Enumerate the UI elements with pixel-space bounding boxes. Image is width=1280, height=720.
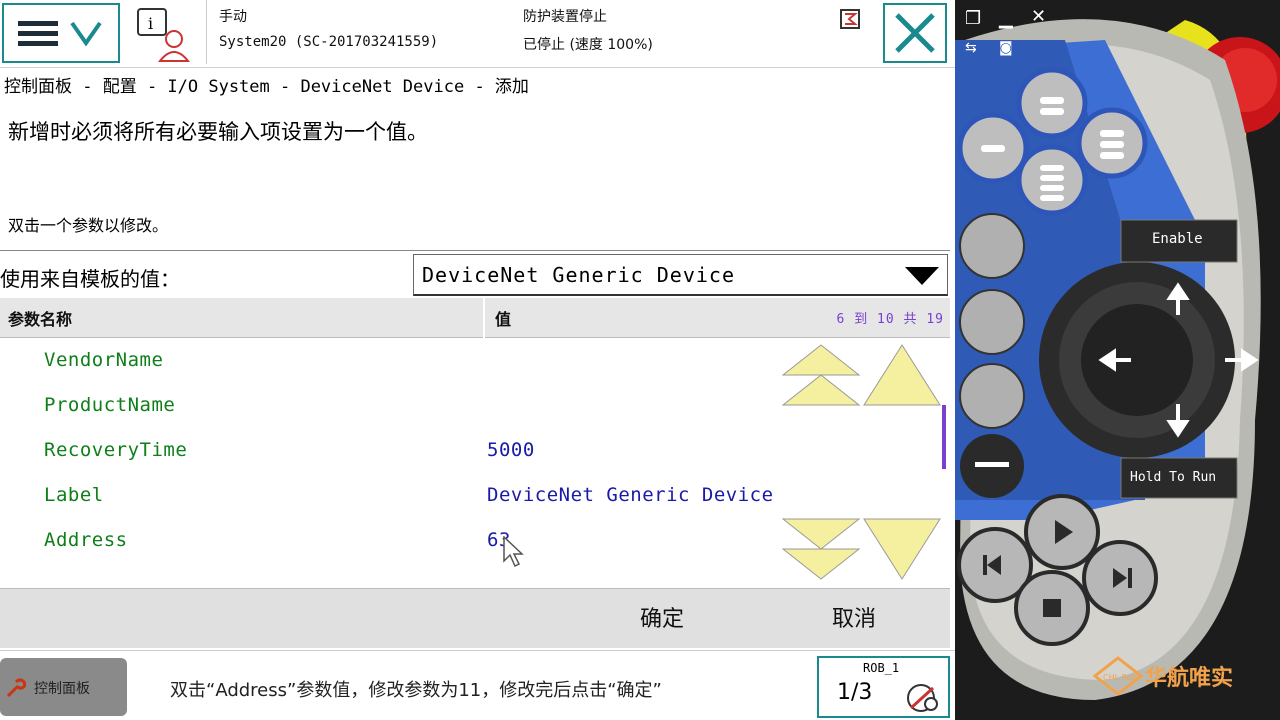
scroll-up-button[interactable] (862, 343, 942, 409)
pendant-body (955, 19, 1280, 700)
page-up-button[interactable] (781, 343, 861, 409)
param-name: Label (44, 484, 104, 506)
enable-label: Enable (1152, 231, 1203, 247)
column-header-name: 参数名称 (8, 310, 73, 329)
page-down-button[interactable] (781, 517, 861, 583)
param-value[interactable]: DeviceNet Generic Device (487, 484, 774, 506)
control-panel-tab[interactable]: 控制面板 (0, 658, 127, 716)
watermark: CHL Rob 华航唯实 (1093, 656, 1273, 696)
hold-to-run-label: Hold To Run (1130, 470, 1217, 485)
column-header-value: 值 (495, 310, 512, 329)
template-label: 使用来自模板的值： (0, 267, 180, 291)
table-row[interactable]: Label DeviceNet Generic Device (0, 474, 780, 519)
table-row[interactable]: ProductName (0, 384, 780, 429)
param-name: Address (44, 529, 128, 551)
flexpendant-panel: Enable Hold To Run ❐ ▁ ✕ ⇆ ◙ (955, 0, 1280, 720)
watermark-text: 华航唯实 (1145, 666, 1234, 691)
dropdown-arrow-icon (905, 267, 939, 285)
watermark-logo-text: CHL Rob (1103, 673, 1137, 682)
taskbar: 控制面板 双击“Address”参数值，修改参数为11，修改完后点击“确定” R… (0, 650, 955, 720)
column-divider (483, 298, 485, 338)
table-row[interactable]: Address 63 (0, 519, 780, 564)
task-fraction: 1/3 (837, 680, 873, 705)
mouse-cursor-icon (503, 536, 524, 568)
param-value[interactable]: 5000 (487, 439, 535, 461)
param-name: VendorName (44, 349, 164, 371)
event-log-icon[interactable]: i (128, 3, 200, 63)
minimize-icon[interactable]: ▁ (999, 8, 1013, 29)
param-name: ProductName (44, 394, 176, 416)
info-text: 新增时必须将所有必要输入项设置为一个值。 (8, 120, 428, 144)
document-icon (840, 9, 860, 29)
restore-icon[interactable]: ❐ (965, 8, 981, 29)
template-row: 使用来自模板的值： DeviceNet Generic Device (0, 250, 950, 298)
mode-text: 手动 (219, 9, 247, 25)
template-dropdown[interactable]: DeviceNet Generic Device (413, 254, 948, 296)
table-header: 参数名称 值 6 到 10 共 19 (0, 298, 950, 338)
table-row[interactable]: RecoveryTime 5000 (0, 429, 780, 474)
robot-status-box[interactable]: ROB_1 1/3 (817, 656, 950, 718)
close-icon (895, 13, 935, 53)
wrench-icon (6, 678, 27, 698)
scroll-indicator[interactable] (942, 405, 946, 469)
action-bar: 确定 取消 (0, 588, 950, 648)
run-state-text: 已停止 (速度 100%) (523, 37, 653, 53)
watermark-logo-icon: CHL Rob (1093, 656, 1143, 696)
guard-status-text: 防护装置停止 (523, 9, 607, 25)
robot-name: ROB_1 (863, 661, 900, 675)
table-row[interactable]: VendorName (0, 339, 780, 384)
page-info: 6 到 10 共 19 (836, 312, 944, 327)
main-menu-button[interactable] (2, 3, 120, 63)
scroll-down-button[interactable] (862, 517, 942, 583)
svg-text:i: i (148, 14, 153, 33)
window-close-icon[interactable]: ✕ (1031, 6, 1046, 27)
parameter-table: VendorName ProductName RecoveryTime 5000… (0, 339, 945, 587)
status-panel: 手动 System20 (SC-201703241559) 防护装置停止 已停止… (206, 0, 874, 64)
close-button[interactable] (883, 3, 947, 63)
instruction-caption: 双击“Address”参数值，修改参数为11，修改完后点击“确定” (170, 680, 662, 701)
template-selected-value: DeviceNet Generic Device (422, 263, 735, 287)
cancel-button[interactable]: 取消 (832, 601, 876, 633)
top-bar: i 手动 System20 (SC-201703241559) 防护装置停止 已… (0, 0, 955, 68)
swap-icon[interactable]: ⇆ (965, 40, 977, 56)
control-panel-label: 控制面板 (34, 681, 90, 697)
system-text: System20 (SC-201703241559) (219, 34, 439, 50)
hint-text: 双击一个参数以修改。 (8, 216, 169, 235)
param-name: RecoveryTime (44, 439, 188, 461)
speed-icon (907, 684, 938, 712)
camera-icon[interactable]: ◙ (999, 40, 1013, 56)
ok-button[interactable]: 确定 (640, 601, 684, 633)
breadcrumb: 控制面板 - 配置 - I/O System - DeviceNet Devic… (4, 77, 529, 97)
menu-icon (18, 21, 102, 47)
